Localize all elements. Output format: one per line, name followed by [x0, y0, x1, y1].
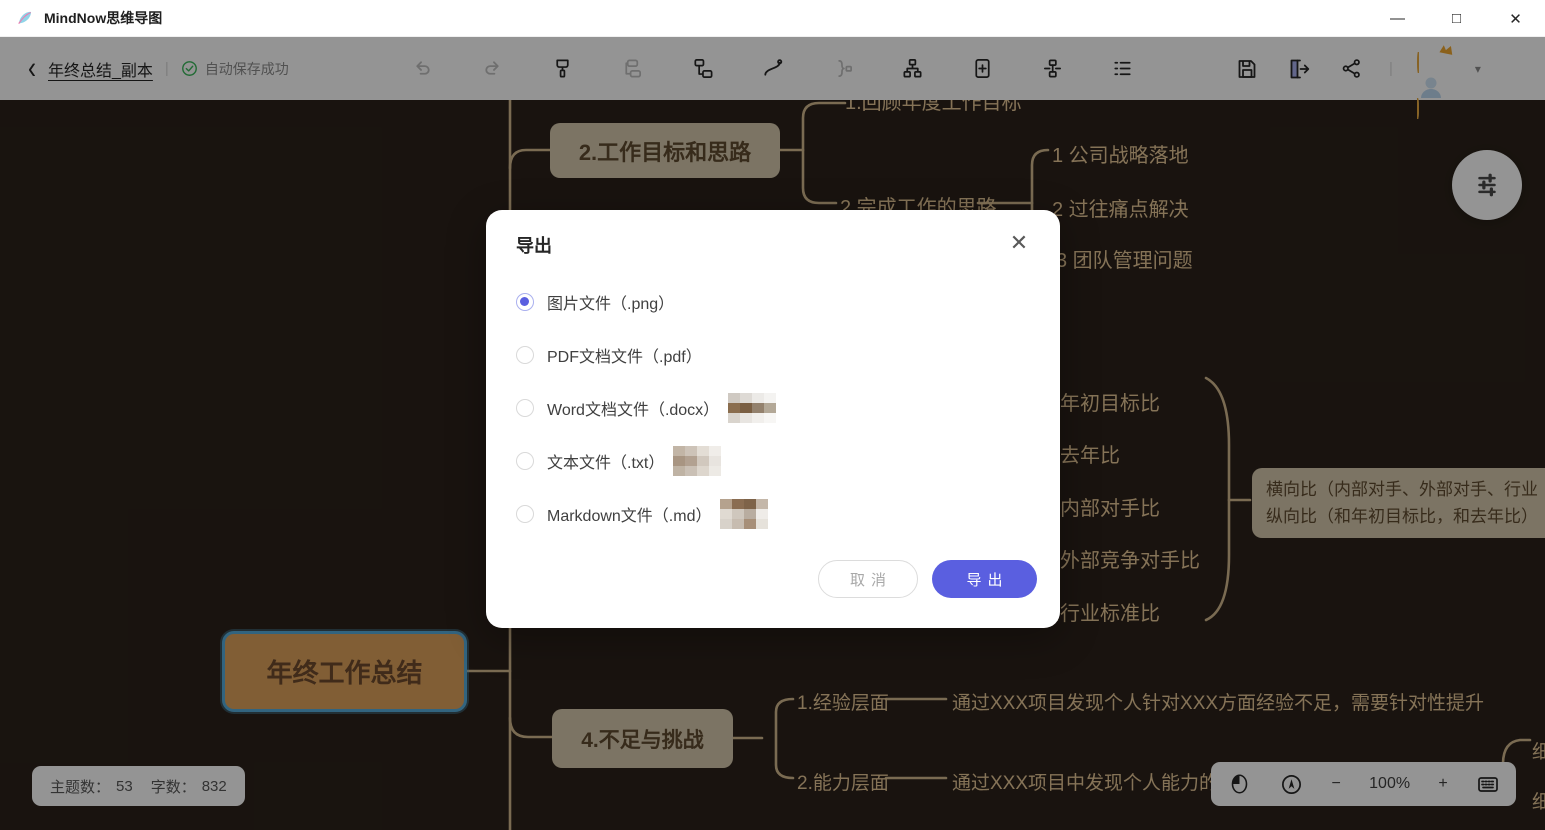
- vip-badge-blurred: [673, 446, 721, 476]
- radio-selected[interactable]: [516, 293, 534, 311]
- export-option-label: 文本文件（.txt）: [547, 449, 664, 473]
- mindnow-logo-feather-icon: [16, 9, 34, 27]
- export-option-label: 图片文件（.png）: [547, 290, 674, 314]
- export-options-list: 图片文件（.png） PDF文档文件（.pdf） Word文档文件（.docx） 文本…: [516, 275, 1030, 540]
- export-option-label: Markdown文件（.md）: [547, 502, 711, 526]
- dialog-title: 导出: [516, 232, 552, 258]
- vip-badge-blurred: [728, 393, 776, 423]
- radio-unselected[interactable]: [516, 346, 534, 364]
- export-option[interactable]: Markdown文件（.md）: [516, 487, 1030, 540]
- radio-unselected[interactable]: [516, 505, 534, 523]
- export-button[interactable]: 导出: [932, 560, 1037, 598]
- export-option-label: Word文档文件（.docx）: [547, 396, 719, 420]
- export-option[interactable]: PDF文档文件（.pdf）: [516, 328, 1030, 381]
- vip-badge-blurred: [720, 499, 768, 529]
- export-option[interactable]: 文本文件（.txt）: [516, 434, 1030, 487]
- export-dialog: 导出 ✕ 图片文件（.png） PDF文档文件（.pdf） Word文档文件（.do…: [486, 210, 1060, 628]
- maximize-button[interactable]: □: [1427, 0, 1486, 37]
- export-option[interactable]: 图片文件（.png）: [516, 275, 1030, 328]
- window-titlebar: MindNow思维导图 — □ ✕: [0, 0, 1545, 37]
- cancel-button[interactable]: 取消: [818, 560, 918, 598]
- close-icon[interactable]: ✕: [1004, 228, 1034, 258]
- close-button[interactable]: ✕: [1486, 0, 1545, 37]
- radio-unselected[interactable]: [516, 399, 534, 417]
- export-option[interactable]: Word文档文件（.docx）: [516, 381, 1030, 434]
- minimize-button[interactable]: —: [1368, 0, 1427, 37]
- export-option-label: PDF文档文件（.pdf）: [547, 343, 702, 367]
- radio-unselected[interactable]: [516, 452, 534, 470]
- app-title: MindNow思维导图: [44, 8, 162, 28]
